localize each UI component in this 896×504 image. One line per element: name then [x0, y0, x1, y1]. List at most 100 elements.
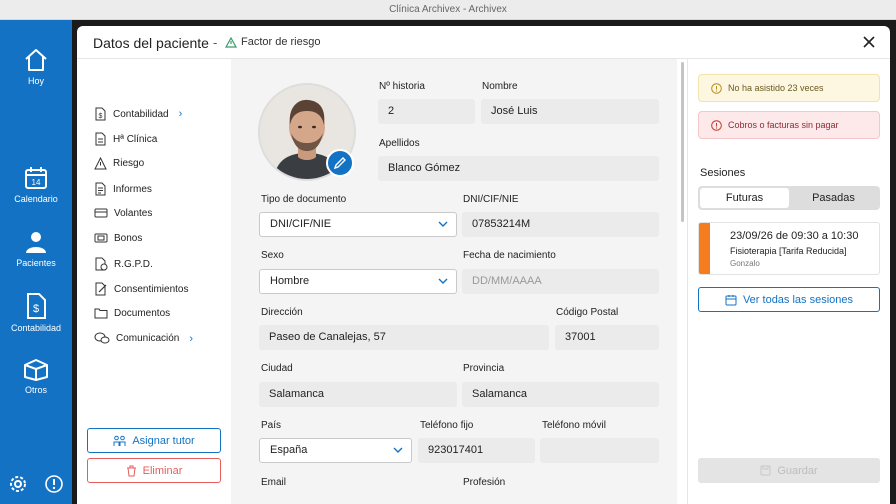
nav-bottom-actions [0, 474, 72, 494]
telefono-movil-label: Teléfono móvil [542, 420, 606, 431]
menu-item-rgpd[interactable]: R.G.P.D. [94, 257, 153, 271]
nombre-field[interactable]: José Luis [481, 99, 659, 124]
settings-icon[interactable] [8, 474, 28, 494]
dni-label: DNI/CIF/NIE [463, 194, 519, 205]
window-title: Clínica Archivex - Archivex [389, 4, 507, 15]
apellidos-label: Apellidos [379, 138, 420, 149]
calendar-icon [725, 294, 737, 305]
folder-icon [94, 308, 108, 319]
info-icon [711, 82, 722, 94]
provincia-label: Provincia [463, 363, 505, 374]
direccion-label: Dirección [261, 307, 303, 318]
save-button[interactable]: Guardar [698, 458, 880, 483]
session-card[interactable]: 23/09/26 de 09:30 a 10:30 Fisioterapia [… [698, 222, 880, 275]
chevron-down-icon [438, 221, 448, 227]
edit-photo-button[interactable] [326, 149, 354, 177]
nav-others-label: Otros [24, 385, 47, 395]
save-label: Guardar [777, 464, 818, 477]
menu-item-label: R.G.P.D. [114, 258, 153, 270]
ciudad-label: Ciudad [261, 363, 293, 374]
unpaid-alert-text: Cobros o facturas sin pagar [728, 120, 839, 130]
patient-modal: Datos del paciente - Factor de riesgo $ … [77, 26, 890, 504]
close-icon[interactable] [862, 35, 876, 49]
menu-item-contabilidad[interactable]: $ Contabilidad › [94, 107, 182, 121]
tab-future[interactable]: Futuras [700, 188, 789, 208]
home-icon [25, 49, 47, 71]
risk-factor-link[interactable]: Factor de riesgo [225, 36, 320, 48]
delete-button[interactable]: Eliminar [87, 458, 221, 483]
apellidos-field[interactable]: Blanco Gómez [378, 156, 659, 181]
svg-text:$: $ [99, 113, 103, 120]
sessions-tabs: Futuras Pasadas [698, 186, 880, 210]
menu-item-informes[interactable]: Informes [94, 182, 152, 196]
assign-tutor-label: Asignar tutor [132, 434, 195, 447]
alert-icon [711, 119, 722, 131]
email-label: Email [261, 477, 287, 488]
sexo-value: Hombre [270, 275, 310, 287]
chat-icon [94, 332, 110, 344]
warning-icon [225, 36, 237, 48]
menu-item-label: Comunicación [116, 333, 180, 344]
menu-item-label: Documentos [114, 307, 171, 319]
patient-icon [26, 232, 46, 253]
privacy-doc-icon [95, 257, 108, 271]
nav-home[interactable]: Hoy [0, 48, 72, 86]
document-icon [95, 132, 106, 146]
tab-past[interactable]: Pasadas [789, 188, 878, 208]
trash-icon [126, 465, 136, 476]
tipo-documento-select[interactable]: DNI/CIF/NIE [259, 212, 457, 237]
sexo-label: Sexo [261, 250, 284, 261]
menu-item-bonos[interactable]: Bonos [94, 232, 142, 244]
pais-label: País [261, 420, 282, 431]
menu-item-documentos[interactable]: Documentos [94, 307, 170, 319]
risk-factor-label: Factor de riesgo [241, 36, 321, 48]
direccion-field[interactable]: Paseo de Canalejas, 57 [259, 325, 549, 350]
ticket-icon [94, 233, 108, 243]
sign-icon [95, 282, 107, 296]
pencil-icon [333, 157, 346, 170]
historia-field[interactable]: 2 [378, 99, 475, 124]
menu-item-consentimientos[interactable]: Consentimientos [94, 282, 188, 296]
nav-others[interactable]: Otros [0, 357, 72, 395]
view-all-sessions-button[interactable]: Ver todas las sesiones [698, 287, 880, 312]
info-alert-icon[interactable] [44, 474, 64, 494]
nav-accounting[interactable]: $ Contabilidad [0, 293, 72, 333]
menu-item-comunicacion[interactable]: Comunicación › [94, 332, 193, 345]
profesion-label: Profesión [463, 477, 506, 488]
svg-text:$: $ [33, 303, 39, 315]
nav-patients[interactable]: Pacientes [0, 230, 72, 268]
calendar-day: 14 [32, 178, 41, 187]
form-scrollbar[interactable] [681, 62, 684, 222]
menu-item-label: Hª Clínica [113, 133, 158, 145]
pais-select[interactable]: España [259, 438, 412, 463]
telefono-fijo-field[interactable]: 923017401 [418, 438, 535, 463]
nav-calendar[interactable]: 14 Calendario [0, 166, 72, 204]
view-all-sessions-label: Ver todas las sesiones [742, 293, 854, 306]
session-date: 23/09/26 de 09:30 a 10:30 [730, 230, 859, 242]
sexo-select[interactable]: Hombre [259, 269, 457, 294]
menu-item-label: Contabilidad [113, 108, 169, 120]
session-accent-bar [699, 223, 710, 274]
codigo-postal-field[interactable]: 37001 [555, 325, 659, 350]
session-type: Fisioterapia [Tarifa Reducida] [730, 246, 847, 256]
ciudad-field[interactable]: Salamanca [259, 382, 457, 407]
nacimiento-field[interactable]: DD/MM/AAAA [462, 269, 659, 294]
report-icon [95, 182, 106, 196]
card-icon [94, 208, 108, 218]
codigo-postal-label: Código Postal [556, 307, 619, 318]
historia-label: Nº historia [379, 81, 425, 92]
menu-item-historia-clinica[interactable]: Hª Clínica [94, 132, 157, 146]
menu-item-riesgo[interactable]: Riesgo [94, 157, 144, 170]
assign-tutor-button[interactable]: Asignar tutor [87, 428, 221, 453]
dni-field[interactable]: 07853214M [462, 212, 659, 237]
box-icon [24, 359, 48, 381]
menu-item-volantes[interactable]: Volantes [94, 207, 152, 219]
right-panel: No ha asistido 23 veces Cobros o factura… [687, 59, 890, 504]
modal-title: Datos del paciente [93, 35, 209, 51]
chevron-right-icon: › [178, 108, 183, 120]
telefono-movil-field[interactable] [540, 438, 659, 463]
attendance-warning-text: No ha asistido 23 veces [728, 83, 824, 93]
attendance-warning: No ha asistido 23 veces [698, 74, 880, 102]
chevron-down-icon [393, 447, 403, 453]
provincia-field[interactable]: Salamanca [462, 382, 659, 407]
